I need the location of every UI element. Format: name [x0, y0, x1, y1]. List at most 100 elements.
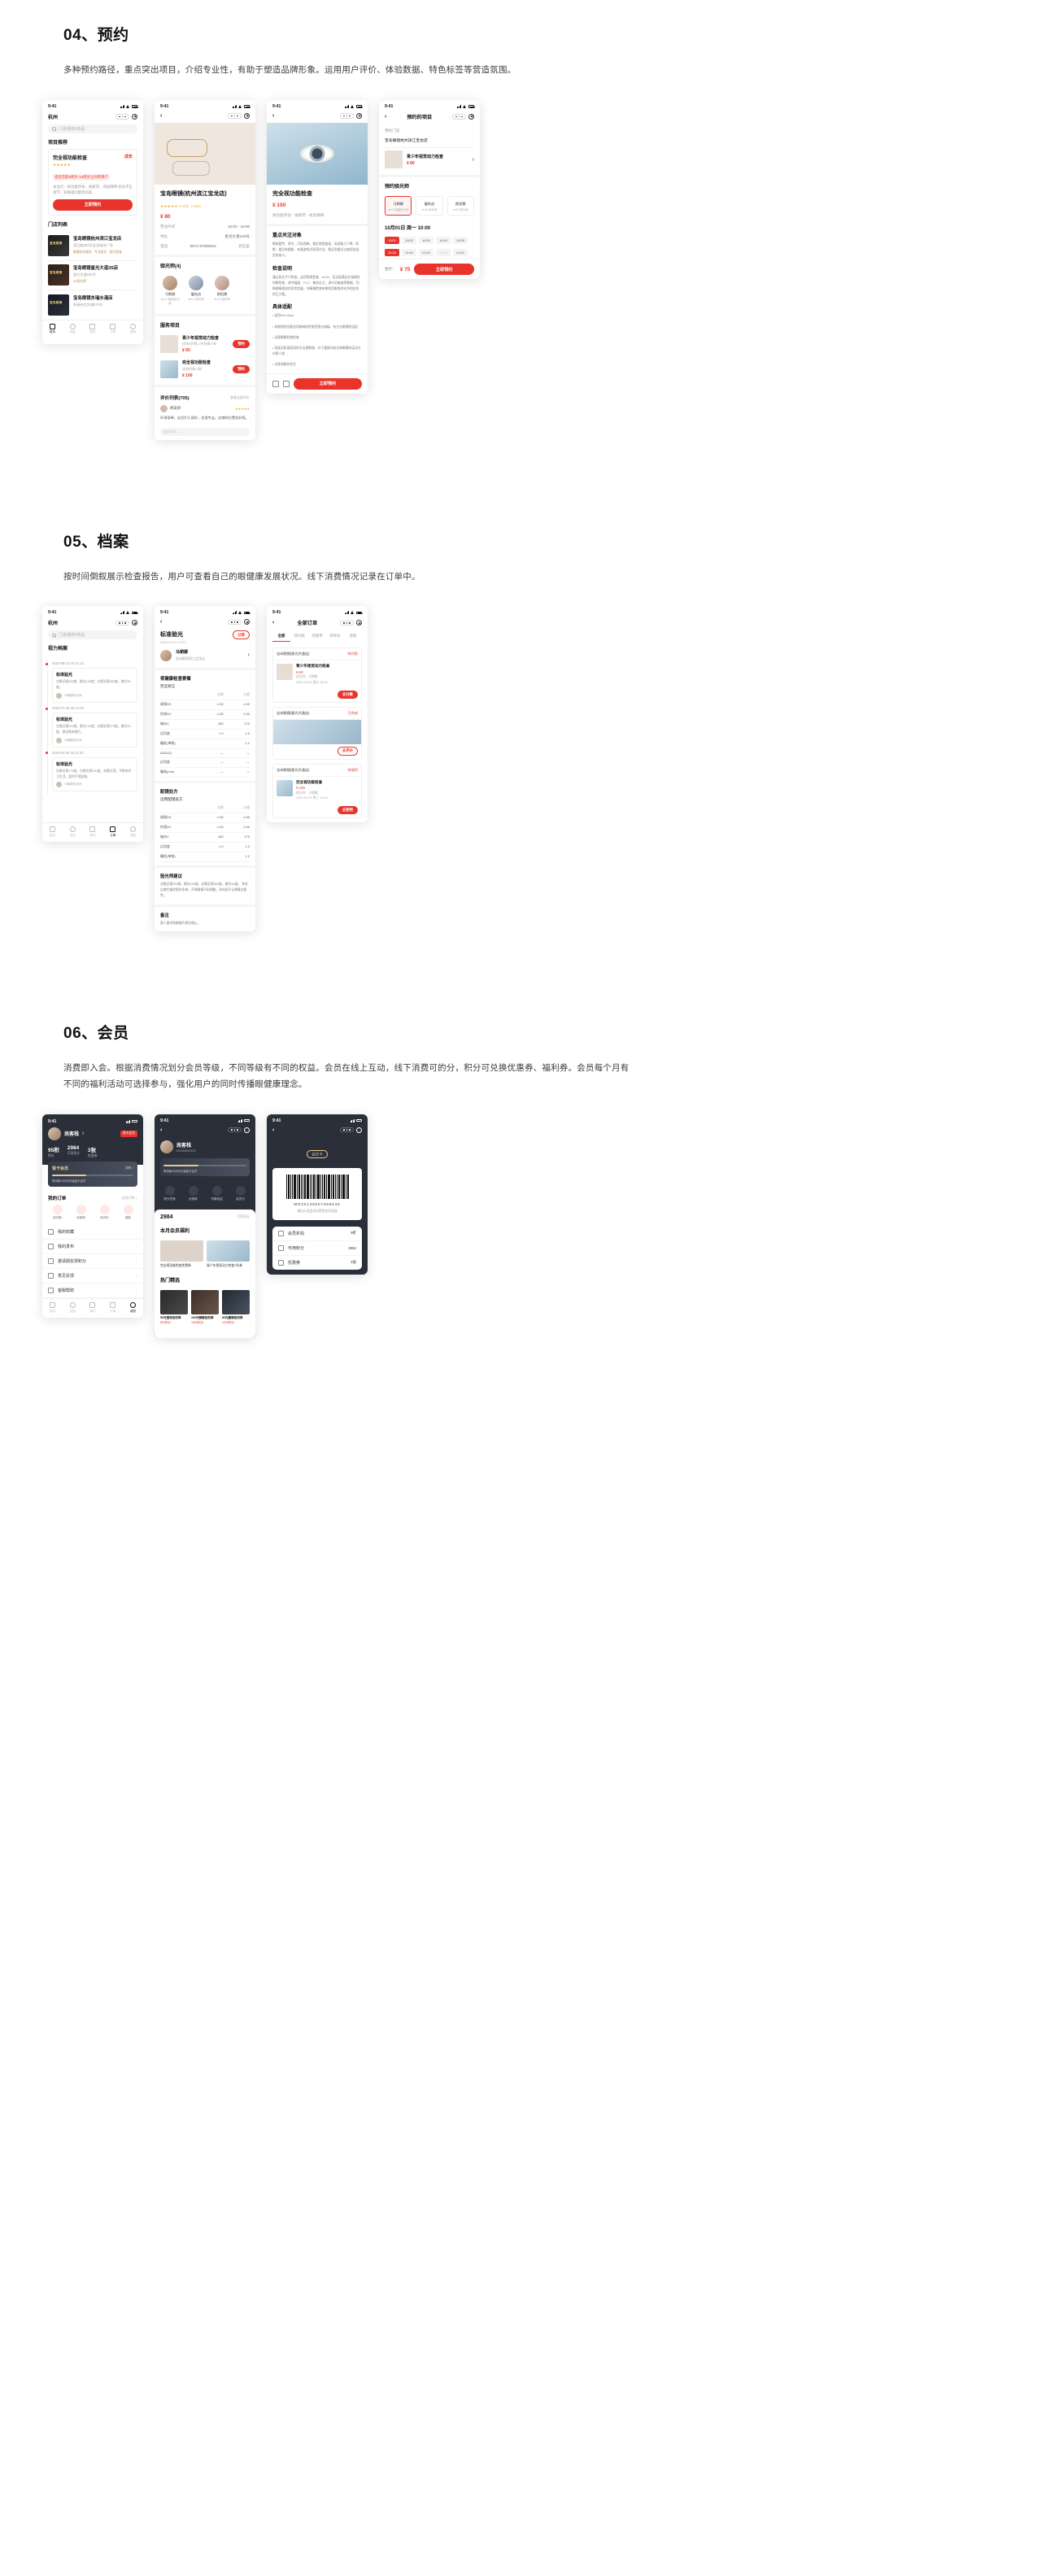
back-icon[interactable]: ‹: [160, 1127, 162, 1133]
optician-item[interactable]: 欧阳慧 ★4.9 验光师: [212, 275, 232, 306]
product-phone-row[interactable]: 电话 0571-87000832 到这里: [155, 242, 255, 251]
close-icon[interactable]: [356, 620, 362, 626]
hot-item[interactable]: 100元镜框抵扣券 1000积分: [191, 1289, 219, 1325]
optician-option[interactable]: 欧阳慧 ★4.9 验光师: [446, 196, 474, 216]
time-option[interactable]: 10:00: [385, 249, 400, 257]
service-item[interactable]: 完全视功能检查 适合所有人群 ¥ 100 预约: [155, 356, 255, 381]
tab-mine[interactable]: 我的: [125, 323, 142, 335]
time-option[interactable]: 13:00: [435, 249, 451, 257]
tab-booking[interactable]: 预约: [85, 1302, 101, 1314]
benefit-item[interactable]: 青少年视觉动力检查7折券: [207, 1240, 250, 1268]
member-user-row[interactable]: 尚客栈 › 银卡会员: [48, 1127, 137, 1140]
close-icon[interactable]: [356, 1127, 362, 1133]
grid-benefits[interactable]: 专属权益: [207, 1185, 227, 1201]
share-icon[interactable]: [283, 380, 290, 387]
service-item[interactable]: 青少年视觉动力检查 适合8岁到17岁的青少年 ¥ 60 预约: [155, 332, 255, 357]
archive-entry[interactable]: 标准验光 左眼近视225度，散光125度；右眼近视300度，散光50度。 马朝娜…: [52, 668, 137, 704]
store-list-item[interactable]: 宝岛眼镜 宝岛眼镜星光大道3S店 星光大道225号 3S验光师: [42, 260, 143, 290]
tab-booking[interactable]: 预约: [85, 826, 101, 838]
date-option[interactable]: 10/01: [385, 237, 400, 245]
service-book-button[interactable]: 预约: [233, 340, 250, 349]
card-detail-link[interactable]: 详情 >: [125, 1166, 133, 1170]
benefit-item[interactable]: 完全视功能检查免费券: [160, 1240, 203, 1268]
tab-mine[interactable]: 我的: [125, 1302, 142, 1314]
close-icon[interactable]: [244, 619, 250, 625]
tab-home[interactable]: 首页: [44, 1302, 60, 1314]
orders-more[interactable]: 全部订单 >: [122, 1196, 137, 1201]
close-icon[interactable]: [244, 1127, 250, 1133]
order-card[interactable]: 宝岛眼镜(星光大道店) 待付款 青少年视觉动力检查 ¥ 60 验光师：马朝娜 2…: [272, 647, 362, 703]
stat-points[interactable]: 95积 积分: [48, 1145, 59, 1159]
close-icon[interactable]: [244, 112, 250, 119]
close-icon[interactable]: [356, 112, 362, 119]
optician-item[interactable]: 屠先启 ★4.8 验光师: [186, 275, 206, 306]
reviews-more[interactable]: 查看全部评价: [230, 395, 250, 400]
product-address-row[interactable]: 地址 星光大道225号: [155, 232, 255, 242]
more-icon[interactable]: [340, 620, 354, 626]
time-option[interactable]: 12:00: [418, 249, 433, 257]
tab-home[interactable]: 首页: [44, 323, 60, 335]
store-value-row[interactable]: 宝岛眼镜杭州滨江宝龙店: [379, 137, 480, 147]
stat-available[interactable]: 2984 可用积分: [68, 1145, 80, 1159]
city-selector[interactable]: 杭州: [48, 619, 58, 626]
optician-option[interactable]: 马朝娜 ★4.9 高级验光师: [385, 196, 412, 216]
order-card[interactable]: 宝岛眼镜(星光大道店) 待使用 完全视功能检查 ¥ 100 验光师：马朝娜 20…: [272, 763, 362, 819]
time-option[interactable]: 14:00: [452, 249, 468, 257]
hot-item[interactable]: 50元宝岛抵扣券 600积分: [160, 1289, 188, 1325]
menu-posts[interactable]: 我的发布 ›: [42, 1240, 143, 1255]
optician-item[interactable]: 马朝娜 ★4.9 高级验光师: [160, 275, 180, 306]
stat-coupons[interactable]: 3张 优惠券: [88, 1145, 97, 1159]
order-card[interactable]: 宝岛眼镜(星光大道店) 已完成 去评价: [272, 706, 362, 760]
grid-points[interactable]: 积分兑换: [160, 1185, 180, 1201]
menu-feedback[interactable]: 意见反馈 ›: [42, 1269, 143, 1284]
shortcut-unpaid[interactable]: 待付款: [48, 1205, 68, 1220]
date-option[interactable]: 10/03: [419, 237, 434, 245]
service-book-button[interactable]: 预约: [233, 364, 250, 373]
order-action-button[interactable]: 去使用: [337, 806, 358, 815]
back-icon[interactable]: ‹: [160, 619, 162, 625]
tab-mine[interactable]: 我的: [125, 826, 142, 838]
search-input[interactable]: 门店/服务/商品: [48, 124, 137, 133]
navigate-link[interactable]: 到这里: [238, 244, 250, 249]
tab-select[interactable]: 优选: [64, 323, 81, 335]
menu-favorites[interactable]: 我的收藏 ›: [42, 1225, 143, 1240]
tab-orders[interactable]: 订单: [105, 826, 121, 838]
promo-card[interactable]: 完全视功能检查 成年 ★★★★★ 适合年龄6周岁-16周岁之间的用户 关注点：视…: [48, 148, 137, 216]
tab-unpaid[interactable]: 待付款: [290, 634, 308, 642]
back-icon[interactable]: ‹: [272, 113, 274, 119]
shortcut-unreviewed[interactable]: 待评价: [95, 1205, 115, 1220]
back-icon[interactable]: ‹: [272, 1127, 274, 1133]
date-option[interactable]: 10/04: [436, 237, 451, 245]
tab-select[interactable]: 优选: [64, 1302, 81, 1314]
shortcut-unused[interactable]: 待使用: [72, 1205, 91, 1220]
points-row[interactable]: 2984 可用积分: [155, 1210, 255, 1222]
order-action-button[interactable]: 去付款: [337, 690, 358, 699]
more-icon[interactable]: [340, 113, 354, 119]
optician-row[interactable]: 马朝娜 宝岛眼镜滨江宝龙店 ›: [155, 644, 255, 665]
barcode-card[interactable]: MO30138007089546 请出示此会员码享受会员权益: [272, 1167, 362, 1220]
tab-all[interactable]: 全部: [272, 634, 290, 643]
date-option[interactable]: 10/05: [453, 237, 468, 245]
store-list-item[interactable]: 宝岛眼镜 宝岛眼镜杭州滨江宝龙店 滨江路300号宝龙城市广场 眼镜验光服务 · …: [42, 231, 143, 260]
city-selector[interactable]: 杭州: [48, 113, 58, 120]
bookmark-icon[interactable]: [272, 380, 279, 387]
more-icon[interactable]: [115, 114, 129, 120]
membership-card[interactable]: 银卡会员 详情 > 再消费1005元升级金卡会员: [48, 1162, 137, 1188]
share-button[interactable]: 分享: [233, 630, 250, 640]
store-list-item[interactable]: 宝岛眼镜 宝岛眼镜东瑞水港店 东瑞东信大道573号: [42, 290, 143, 320]
tab-unreviewed[interactable]: 待评价: [326, 634, 344, 642]
order-action-button[interactable]: 去评价: [337, 746, 358, 756]
back-icon[interactable]: ‹: [385, 114, 386, 120]
more-icon[interactable]: [452, 114, 466, 120]
book-now-button[interactable]: 立即预约: [294, 377, 362, 390]
menu-invite[interactable]: 邀请朋友领积分 ›: [42, 1254, 143, 1270]
tab-home[interactable]: 首页: [44, 826, 60, 838]
archive-entry[interactable]: 标准验光 左眼近视200度，散光100度；右眼近视275度，散光50度，建议换新…: [52, 713, 137, 748]
close-icon[interactable]: [468, 113, 474, 120]
store-field[interactable]: 预约门店: [379, 124, 480, 137]
booking-item[interactable]: 青少年视觉动力检查 ¥ 80 ›: [379, 147, 480, 172]
optician-option[interactable]: 屠先启 ★4.8 验光师: [416, 196, 443, 216]
date-option[interactable]: 10/02: [402, 237, 417, 245]
back-icon[interactable]: ‹: [160, 113, 162, 119]
tab-unused[interactable]: 待使用: [308, 634, 326, 642]
